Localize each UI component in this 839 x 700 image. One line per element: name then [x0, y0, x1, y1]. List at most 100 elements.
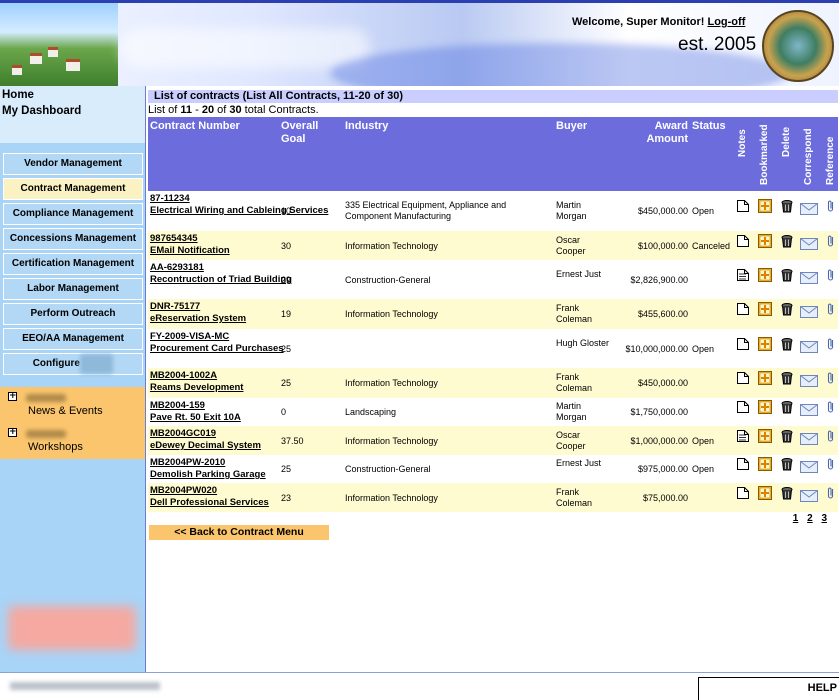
document-icon[interactable]: [736, 400, 750, 414]
contract-number-link[interactable]: FY-2009-VISA-MC: [150, 331, 284, 343]
contract-name-link[interactable]: Pave Rt. 50 Exit 10A: [150, 412, 241, 424]
document-icon[interactable]: [736, 371, 750, 385]
table-row: MB2004GC019 eDewey Decimal System 37.50 Inf…: [148, 426, 838, 455]
paperclip-icon[interactable]: [827, 234, 835, 248]
trash-icon[interactable]: [780, 302, 794, 316]
bookmark-plus-icon[interactable]: [758, 199, 772, 213]
bookmark-plus-icon[interactable]: [758, 485, 772, 500]
news-events-link[interactable]: News & Events: [28, 405, 103, 417]
contract-number-link[interactable]: DNR-75177: [150, 301, 246, 313]
trash-icon[interactable]: [780, 486, 794, 500]
contract-name-link[interactable]: Electrical Wiring and Cableing Services: [150, 205, 328, 217]
bookmark-plus-icon[interactable]: [758, 267, 772, 282]
page-link-2[interactable]: 2: [807, 513, 813, 524]
contract-name-link[interactable]: Demolish Parking Garage: [150, 469, 266, 481]
trash-icon[interactable]: [780, 199, 794, 213]
expand-workshops-icon[interactable]: +: [8, 428, 17, 437]
bookmark-plus-icon[interactable]: [758, 336, 772, 351]
envelope-icon[interactable]: [800, 305, 818, 319]
paperclip-icon[interactable]: [827, 199, 835, 213]
document-text-icon[interactable]: [736, 429, 750, 443]
paperclip-icon[interactable]: [827, 337, 835, 351]
trash-icon[interactable]: [780, 234, 794, 248]
envelope-icon[interactable]: [800, 403, 818, 417]
col-award-amount[interactable]: Award Amount: [638, 120, 688, 146]
contract-name-link[interactable]: Dell Professional Services: [150, 497, 269, 509]
bookmark-plus-icon[interactable]: [758, 371, 772, 385]
envelope-icon[interactable]: [800, 432, 818, 446]
document-icon[interactable]: [736, 337, 750, 351]
home-link[interactable]: Home: [2, 89, 34, 101]
col-contract-number[interactable]: Contract Number: [150, 120, 240, 133]
paperclip-icon[interactable]: [827, 302, 835, 316]
bookmark-plus-icon[interactable]: [758, 428, 772, 443]
contract-name-link[interactable]: Procurement Card Purchases: [150, 343, 284, 355]
contract-name-link[interactable]: Recontruction of Triad Building: [150, 274, 292, 286]
paperclip-icon[interactable]: [827, 268, 835, 282]
envelope-icon[interactable]: [800, 237, 818, 251]
contract-name-link[interactable]: EMail Notification: [150, 245, 230, 257]
menu-contract-management[interactable]: Contract Management: [3, 178, 143, 200]
document-icon[interactable]: [736, 457, 750, 471]
menu-certification-management[interactable]: Certification Management: [3, 253, 143, 275]
contract-name-link[interactable]: eDewey Decimal System: [150, 440, 261, 452]
contract-number-link[interactable]: MB2004-159: [150, 400, 241, 412]
header-logo-blurred: [120, 28, 370, 68]
back-to-contract-menu-button[interactable]: << Back to Contract Menu: [149, 525, 329, 540]
contract-number-link[interactable]: MB2004GC019: [150, 428, 261, 440]
document-icon[interactable]: [736, 234, 750, 248]
trash-icon[interactable]: [780, 429, 794, 443]
trash-icon[interactable]: [780, 457, 794, 471]
document-icon[interactable]: [736, 486, 750, 500]
contract-number-link[interactable]: 987654345: [150, 233, 230, 245]
trash-icon[interactable]: [780, 400, 794, 414]
paperclip-icon[interactable]: [827, 371, 835, 385]
menu-labor-management[interactable]: Labor Management: [3, 278, 143, 300]
contract-name-link[interactable]: eReservation System: [150, 313, 246, 325]
col-industry[interactable]: Industry: [345, 120, 388, 133]
page-link-3[interactable]: 3: [821, 513, 827, 524]
menu-eeo-aa-management[interactable]: EEO/AA Management: [3, 328, 143, 350]
col-overall-goal[interactable]: Overall Goal: [281, 120, 331, 146]
menu-concessions-management[interactable]: Concessions Management: [3, 228, 143, 250]
envelope-icon[interactable]: [800, 202, 818, 216]
bookmark-plus-icon[interactable]: [758, 457, 772, 471]
envelope-icon[interactable]: [800, 460, 818, 474]
envelope-icon[interactable]: [800, 374, 818, 388]
envelope-icon[interactable]: [800, 340, 818, 354]
bookmark-plus-icon[interactable]: [758, 400, 772, 414]
document-text-icon[interactable]: [736, 268, 750, 282]
paperclip-icon[interactable]: [827, 486, 835, 500]
page-link-1[interactable]: 1: [793, 513, 799, 524]
paperclip-icon[interactable]: [827, 400, 835, 414]
envelope-icon[interactable]: [800, 271, 818, 285]
logoff-link[interactable]: Log-off: [707, 16, 745, 28]
workshops-link[interactable]: Workshops: [28, 441, 83, 453]
menu-perform-outreach[interactable]: Perform Outreach: [3, 303, 143, 325]
menu-compliance-management[interactable]: Compliance Management: [3, 203, 143, 225]
bookmark-plus-icon[interactable]: [758, 233, 772, 248]
envelope-icon[interactable]: [800, 489, 818, 503]
trash-icon[interactable]: [780, 268, 794, 282]
trash-icon[interactable]: [780, 371, 794, 385]
contract-number-link[interactable]: MB2004-1002A: [150, 370, 243, 382]
bookmark-plus-icon[interactable]: [758, 302, 772, 316]
table-row: MB2004PW-2010 Demolish Parking Garage 25 Co…: [148, 455, 838, 483]
my-dashboard-link[interactable]: My Dashboard: [2, 105, 81, 117]
contract-number-link[interactable]: MB2004PW020: [150, 485, 269, 497]
trash-icon[interactable]: [780, 337, 794, 351]
menu-vendor-management[interactable]: Vendor Management: [3, 153, 143, 175]
paperclip-icon[interactable]: [827, 457, 835, 471]
document-icon[interactable]: [736, 302, 750, 316]
expand-news-icon[interactable]: +: [8, 392, 17, 401]
col-buyer[interactable]: Buyer: [556, 120, 587, 133]
document-icon[interactable]: [736, 199, 750, 213]
contract-number-link[interactable]: MB2004PW-2010: [150, 457, 266, 469]
contract-number-link[interactable]: AA-6293181: [150, 262, 292, 274]
paperclip-icon[interactable]: [827, 429, 835, 443]
contract-number-link[interactable]: 87-11234: [150, 193, 328, 205]
help-link[interactable]: HELP: [698, 677, 839, 700]
menu-configure[interactable]: Configurexxxxxx: [3, 353, 143, 375]
col-status[interactable]: Status: [692, 120, 726, 133]
contract-name-link[interactable]: Reams Development: [150, 382, 243, 394]
